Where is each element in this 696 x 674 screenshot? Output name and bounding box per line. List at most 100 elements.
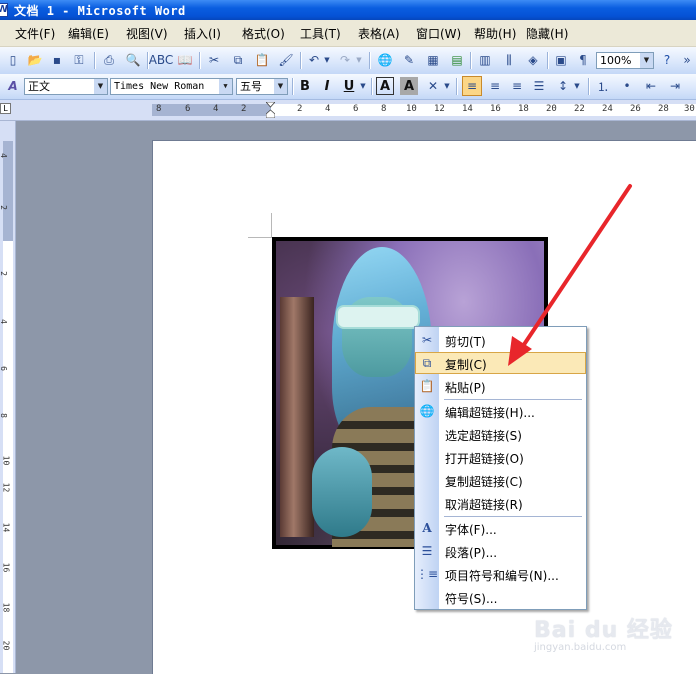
redo-icon[interactable]: ↷: [336, 51, 354, 69]
line-spacing-icon[interactable]: ↕: [554, 77, 572, 95]
columns-icon[interactable]: ▥: [476, 51, 494, 69]
decrease-indent-icon[interactable]: ⇤: [642, 77, 660, 95]
menu-format[interactable]: 格式(O): [242, 25, 285, 42]
font-size-value: 五号: [240, 80, 262, 93]
menu-item-label: 字体(F)...: [445, 523, 497, 537]
character-border-button[interactable]: A: [376, 77, 394, 95]
menu-tools[interactable]: 工具(T): [300, 25, 341, 42]
print-icon[interactable]: ⎙: [100, 51, 118, 69]
align-right-icon[interactable]: ≡: [508, 77, 526, 95]
underline-dropdown-icon[interactable]: ▼: [358, 77, 368, 95]
print-preview-icon[interactable]: 🔍: [124, 51, 142, 69]
margin-corner-mark: [248, 237, 272, 238]
align-left-icon[interactable]: ≡: [462, 76, 482, 96]
margin-corner-mark: [271, 213, 272, 237]
underline-button[interactable]: U: [340, 77, 358, 95]
read-icon[interactable]: ▣: [552, 51, 570, 69]
tables-borders-icon[interactable]: ✎: [400, 51, 418, 69]
vertical-ruler[interactable]: 4 2 2 4 6 8 10 12 14 16 18 20: [0, 121, 16, 673]
watermark-brand: Bai du 经验: [534, 618, 673, 643]
justify-icon[interactable]: ☰: [530, 77, 548, 95]
ruler-tick-label: 2: [0, 271, 8, 276]
ruler-tick-label: 4: [325, 104, 331, 114]
menu-item-copy[interactable]: ⧉ 复制(C): [415, 352, 586, 374]
menu-item-label: 段落(P)...: [445, 546, 498, 560]
menu-item-font[interactable]: A 字体(F)...: [415, 517, 586, 539]
drawing-icon[interactable]: ⫼: [500, 51, 518, 69]
insert-table-icon[interactable]: ▦: [424, 51, 442, 69]
ruler-margin-left: [152, 104, 271, 116]
insert-excel-icon[interactable]: ▤: [448, 51, 466, 69]
ruler-tick-label: 8: [381, 104, 387, 114]
style-select[interactable]: 正文 ▼: [24, 78, 108, 95]
menu-help[interactable]: 帮助(H): [474, 25, 516, 42]
font-select[interactable]: Times New Roman ▼: [110, 78, 233, 95]
show-hide-icon[interactable]: ¶: [574, 51, 592, 69]
font-icon: A: [422, 521, 432, 535]
menu-hide[interactable]: 隐藏(H): [526, 25, 568, 42]
horizontal-ruler[interactable]: L 8 6 4 2 2 4 6 8 10 12 14 16 18 20 22 2…: [0, 100, 696, 121]
bold-button[interactable]: B: [296, 77, 314, 95]
menu-item-label: 复制(C): [445, 358, 487, 372]
menu-insert[interactable]: 插入(I): [184, 25, 221, 42]
tab-stop-selector[interactable]: L: [0, 103, 11, 114]
undo-icon[interactable]: ↶: [305, 51, 323, 69]
new-document-icon[interactable]: ▯: [4, 51, 22, 69]
more-buttons-icon[interactable]: »: [678, 51, 696, 69]
menu-item-cut[interactable]: ✂ 剪切(T): [415, 329, 586, 351]
word-app-icon[interactable]: W: [0, 3, 8, 17]
menu-edit[interactable]: 编辑(E): [68, 25, 109, 42]
toolbar-separator: [199, 52, 201, 69]
chevron-down-icon[interactable]: ▼: [219, 79, 232, 94]
scaling-dropdown-icon[interactable]: ▼: [442, 77, 452, 95]
ruler-tick-label: 10: [1, 455, 11, 466]
indent-marker-icon[interactable]: [266, 102, 275, 118]
zoom-select[interactable]: 100% ▼: [596, 52, 654, 69]
ruler-tick-label: 2: [297, 104, 303, 114]
menu-item-bullets-numbering[interactable]: ⋮≡ 项目符号和编号(N)...: [415, 563, 586, 585]
line-spacing-dropdown-icon[interactable]: ▼: [572, 77, 582, 95]
document-map-icon[interactable]: ◈: [524, 51, 542, 69]
character-scaling-icon[interactable]: ✕: [424, 77, 442, 95]
open-folder-icon[interactable]: 📂: [26, 51, 44, 69]
help-icon[interactable]: ?: [658, 51, 676, 69]
bullets-icon[interactable]: •: [618, 77, 636, 95]
styles-icon[interactable]: A: [4, 77, 22, 95]
menu-item-open-hyperlink[interactable]: 打开超链接(O): [415, 446, 586, 468]
menu-item-remove-hyperlink[interactable]: 取消超链接(R): [415, 492, 586, 514]
menu-item-paragraph[interactable]: ☰ 段落(P)...: [415, 540, 586, 562]
cut-icon[interactable]: ✂: [205, 51, 223, 69]
menu-item-symbol[interactable]: 符号(S)...: [415, 586, 586, 608]
numbering-icon[interactable]: ⒈: [594, 77, 612, 95]
research-icon[interactable]: 📖: [176, 51, 194, 69]
ruler-tick-label: 10: [406, 104, 417, 114]
chevron-down-icon[interactable]: ▼: [640, 53, 653, 68]
menu-item-copy-hyperlink[interactable]: 复制超链接(C): [415, 469, 586, 491]
menu-item-paste[interactable]: 📋 粘贴(P): [415, 375, 586, 397]
paste-icon[interactable]: 📋: [253, 51, 271, 69]
insert-hyperlink-icon[interactable]: 🌐: [376, 51, 394, 69]
menu-item-label: 符号(S)...: [445, 592, 498, 606]
copy-icon[interactable]: ⧉: [229, 51, 247, 69]
undo-dropdown-icon[interactable]: ▼: [322, 51, 332, 69]
font-size-select[interactable]: 五号 ▼: [236, 78, 288, 95]
menu-file[interactable]: 文件(F): [15, 25, 55, 42]
menu-view[interactable]: 视图(V): [126, 25, 168, 42]
italic-button[interactable]: I: [318, 77, 336, 95]
picture-sunglasses: [336, 305, 420, 329]
chevron-down-icon[interactable]: ▼: [274, 79, 287, 94]
permission-icon[interactable]: ⚿: [70, 51, 88, 69]
chevron-down-icon[interactable]: ▼: [94, 79, 107, 94]
menu-item-select-hyperlink[interactable]: 选定超链接(S): [415, 423, 586, 445]
menu-table[interactable]: 表格(A): [358, 25, 400, 42]
align-center-icon[interactable]: ≡: [486, 77, 504, 95]
format-painter-icon[interactable]: 🖌: [277, 51, 295, 69]
redo-dropdown-icon[interactable]: ▼: [354, 51, 364, 69]
menu-item-edit-hyperlink[interactable]: 🌐 编辑超链接(H)...: [415, 400, 586, 422]
increase-indent-icon[interactable]: ⇥: [666, 77, 684, 95]
copy-icon: ⧉: [422, 355, 432, 370]
spelling-icon[interactable]: ABC: [149, 51, 174, 69]
character-shading-button[interactable]: A: [400, 77, 418, 95]
menu-window[interactable]: 窗口(W): [416, 25, 461, 42]
save-icon[interactable]: ▪: [48, 51, 66, 69]
